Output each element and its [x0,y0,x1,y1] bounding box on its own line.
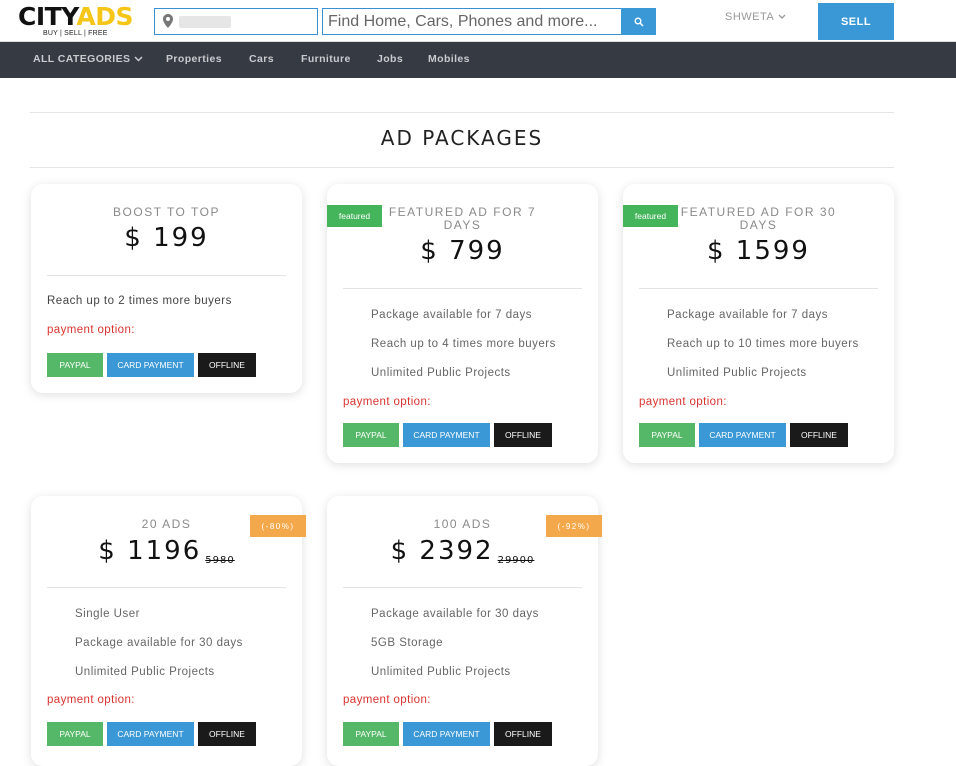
user-menu[interactable]: SHWETA [725,11,786,23]
package-feature: 5GB Storage [371,637,443,649]
nav-item-furniture[interactable]: Furniture [301,53,351,65]
featured-badge: featured [623,205,678,227]
logo-tagline: BUY | SELL | FREE [43,30,108,37]
card-divider [639,288,878,289]
package-feature: Single User [75,608,140,620]
price-original: 29900 [497,555,535,566]
card-divider [343,587,582,588]
price-current: $ 2392 [390,536,494,566]
card-payment-button[interactable]: CARD PAYMENT [403,423,490,447]
card-divider [47,275,286,276]
offline-button[interactable]: OFFLINE [790,423,848,447]
paypal-button[interactable]: PAYPAL [343,423,399,447]
location-value [179,16,231,28]
search-input[interactable] [323,9,621,34]
nav-item-properties[interactable]: Properties [166,53,222,65]
payment-option-label: payment option: [47,324,135,336]
logo-city-text: CITY [18,2,77,31]
package-feature: Reach up to 10 times more buyers [667,338,859,350]
nav-item-mobiles[interactable]: Mobiles [428,53,470,65]
package-card-20-ads: (-80%) 20 ADS $ 1196 5980 Single User Pac… [31,496,306,766]
package-feature: Unlimited Public Projects [75,666,215,678]
package-name: BOOST TO TOP [113,205,220,219]
offline-button[interactable]: OFFLINE [494,423,552,447]
title-divider-top [30,112,894,113]
package-feature: Package available for 30 days [75,637,243,649]
payment-option-label: payment option: [639,396,727,408]
paypal-button[interactable]: PAYPAL [343,722,399,746]
discount-badge: (-80%) [250,515,306,537]
logo-ads-text: ADS [76,2,134,31]
package-feature: Reach up to 4 times more buyers [371,338,556,350]
nav-item-cars[interactable]: Cars [249,53,274,65]
package-feature: Package available for 7 days [371,309,533,321]
package-name: 20 ADS [141,517,192,531]
card-payment-button[interactable]: CARD PAYMENT [699,423,786,447]
card-payment-button[interactable]: CARD PAYMENT [107,353,194,377]
card-payment-button[interactable]: CARD PAYMENT [403,722,490,746]
package-feature: Package available for 7 days [667,309,829,321]
package-feature: Unlimited Public Projects [371,367,511,379]
user-name: SHWETA [725,11,775,23]
package-name: FEATURED AD FOR 30 DAYS [680,205,837,232]
package-price: $ 2392 29900 [327,536,598,566]
chevron-down-icon [134,56,143,62]
site-logo[interactable]: CITYADS BUY | SELL | FREE [18,2,134,40]
search-box [322,8,622,35]
offline-button[interactable]: OFFLINE [198,722,256,746]
package-feature: Unlimited Public Projects [371,666,511,678]
payment-option-label: payment option: [343,694,431,706]
top-header: CITYADS BUY | SELL | FREE SHWETA SELL [0,0,956,42]
nav-all-categories[interactable]: ALL CATEGORIES [33,53,143,65]
package-price: $ 799 [420,236,505,266]
location-pin-icon [163,14,173,28]
title-divider-bottom [30,167,894,168]
package-feature: Reach up to 2 times more buyers [47,295,232,307]
package-card-boost: BOOST TO TOP $ 199 Reach up to 2 times m… [31,184,302,393]
chevron-down-icon [778,14,786,19]
package-name: FEATURED AD FOR 7 DAYS [388,205,537,232]
package-feature: Unlimited Public Projects [667,367,807,379]
package-name: 100 ADS [433,517,492,531]
payment-option-label: payment option: [343,396,431,408]
search-button[interactable] [621,8,656,35]
package-card-featured-30: featured FEATURED AD FOR 30 DAYS $ 1599 … [623,184,894,463]
card-divider [343,288,582,289]
sell-button[interactable]: SELL [818,3,894,40]
price-original: 5980 [205,555,235,566]
featured-badge: featured [327,205,382,227]
location-selector[interactable] [154,8,318,35]
package-price: $ 199 [124,223,209,253]
category-nav: ALL CATEGORIES Properties Cars Furniture… [0,42,956,78]
package-price: $ 1196 5980 [31,536,302,566]
card-divider [47,587,286,588]
discount-badge: (-92%) [546,515,602,537]
offline-button[interactable]: OFFLINE [494,722,552,746]
nav-all-categories-label: ALL CATEGORIES [33,53,131,65]
payment-option-label: payment option: [47,694,135,706]
paypal-button[interactable]: PAYPAL [639,423,695,447]
package-card-featured-7: featured FEATURED AD FOR 7 DAYS $ 799 Pa… [327,184,598,463]
card-payment-button[interactable]: CARD PAYMENT [107,722,194,746]
paypal-button[interactable]: PAYPAL [47,353,103,377]
package-card-100-ads: (-92%) 100 ADS $ 2392 29900 Package avail… [327,496,602,766]
page-title: AD PACKAGES [380,126,544,150]
nav-item-jobs[interactable]: Jobs [377,53,403,65]
package-feature: Package available for 30 days [371,608,539,620]
offline-button[interactable]: OFFLINE [198,353,256,377]
search-icon [634,17,644,27]
paypal-button[interactable]: PAYPAL [47,722,103,746]
package-price: $ 1599 [707,236,810,266]
price-current: $ 1196 [98,536,202,566]
